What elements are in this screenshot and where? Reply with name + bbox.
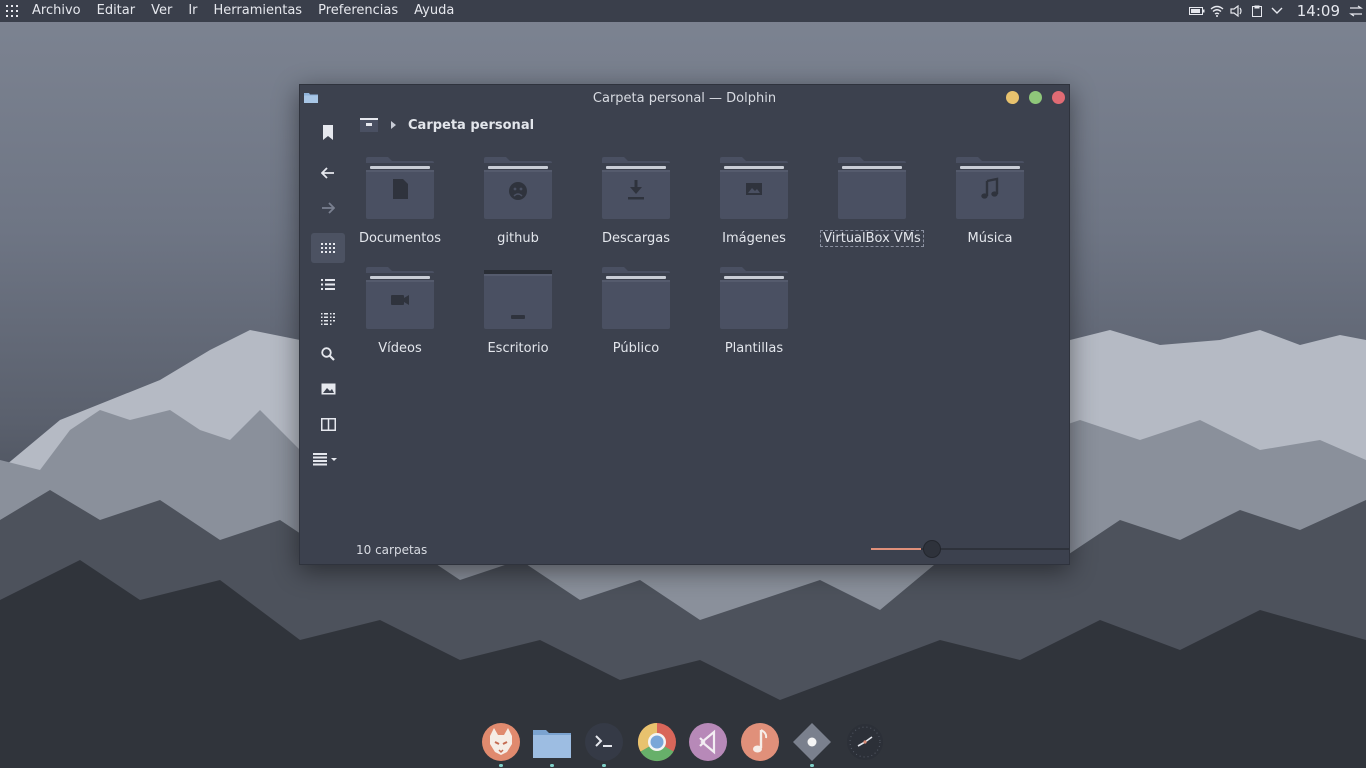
folder-name: github bbox=[497, 231, 539, 246]
preview-icon[interactable] bbox=[311, 374, 345, 404]
folder-icon bbox=[602, 267, 670, 329]
folder-item[interactable]: Descargas bbox=[584, 157, 688, 261]
video-icon bbox=[366, 267, 434, 329]
folder-name: Imágenes bbox=[722, 231, 786, 246]
folder-name: Vídeos bbox=[378, 341, 422, 356]
zoom-slider[interactable] bbox=[871, 540, 1069, 558]
split-view-icon[interactable] bbox=[311, 409, 345, 439]
folder-name: Plantillas bbox=[724, 341, 784, 356]
back-icon[interactable] bbox=[311, 158, 345, 188]
folder-name: VirtualBox VMs bbox=[820, 230, 924, 247]
vscode-icon[interactable] bbox=[688, 722, 728, 762]
image-icon bbox=[720, 157, 788, 219]
window-title: Carpeta personal — Dolphin bbox=[592, 90, 777, 106]
app-launcher-icon[interactable] bbox=[0, 0, 24, 22]
chrome-icon[interactable] bbox=[637, 722, 677, 762]
hamburger-menu-icon[interactable] bbox=[311, 444, 345, 474]
music-icon bbox=[956, 157, 1024, 219]
search-icon[interactable] bbox=[311, 339, 345, 369]
dolphin-window: Carpeta personal — Dolphin Carpeta perso… bbox=[299, 84, 1070, 565]
chevron-right-icon bbox=[391, 121, 396, 129]
folder-item[interactable]: github bbox=[466, 157, 570, 261]
menu-preferencias[interactable]: Preferencias bbox=[310, 0, 406, 22]
folder-item[interactable]: Plantillas bbox=[702, 267, 806, 371]
window-titlebar[interactable]: Carpeta personal — Dolphin bbox=[300, 85, 1069, 111]
menu-editar[interactable]: Editar bbox=[89, 0, 144, 22]
breadcrumb[interactable]: Carpeta personal bbox=[360, 115, 534, 135]
folder-item[interactable]: Imágenes bbox=[702, 157, 806, 261]
folder-name: Público bbox=[612, 341, 660, 356]
forward-icon[interactable] bbox=[311, 193, 345, 223]
breadcrumb-current[interactable]: Carpeta personal bbox=[408, 118, 534, 133]
clock[interactable]: 14:09 bbox=[1287, 2, 1346, 20]
clipboard-icon[interactable] bbox=[1247, 0, 1267, 22]
folder-name: Descargas bbox=[601, 231, 670, 246]
settings-icon[interactable] bbox=[792, 722, 832, 767]
status-text: 10 carpetas bbox=[356, 543, 428, 557]
details-view-icon[interactable] bbox=[311, 269, 345, 299]
volume-icon[interactable] bbox=[1227, 0, 1247, 22]
clock-icon[interactable] bbox=[845, 722, 885, 762]
folder-item[interactable]: VirtualBox VMs bbox=[820, 157, 924, 261]
top-panel: Archivo Editar Ver Ir Herramientas Prefe… bbox=[0, 0, 1366, 22]
menu-herramientas[interactable]: Herramientas bbox=[206, 0, 311, 22]
menu-ayuda[interactable]: Ayuda bbox=[406, 0, 462, 22]
icon-view-icon[interactable] bbox=[311, 233, 345, 263]
bookmark-icon[interactable] bbox=[311, 117, 345, 147]
menu-ir[interactable]: Ir bbox=[180, 0, 205, 22]
close-button[interactable] bbox=[1052, 91, 1065, 104]
home-icon[interactable] bbox=[360, 117, 378, 133]
folder-icon bbox=[304, 93, 318, 103]
menu-archivo[interactable]: Archivo bbox=[24, 0, 89, 22]
zoom-fill bbox=[871, 548, 922, 550]
chevron-down-icon[interactable] bbox=[1267, 0, 1287, 22]
folder-item[interactable]: Música bbox=[938, 157, 1042, 261]
folder-icon bbox=[838, 157, 906, 219]
folder-item[interactable]: Documentos bbox=[348, 157, 452, 261]
menu-ver[interactable]: Ver bbox=[143, 0, 180, 22]
folder-item[interactable]: Vídeos bbox=[348, 267, 452, 371]
terminal-icon[interactable] bbox=[584, 722, 624, 767]
firefox-icon[interactable] bbox=[481, 722, 521, 767]
folder-name: Música bbox=[967, 231, 1013, 246]
dock bbox=[479, 716, 889, 768]
wifi-icon[interactable] bbox=[1207, 0, 1227, 22]
document-icon bbox=[366, 157, 434, 219]
folder-item[interactable]: Público bbox=[584, 267, 688, 371]
folder-name: Escritorio bbox=[487, 341, 549, 356]
folder-name: Documentos bbox=[358, 231, 442, 246]
zoom-handle[interactable] bbox=[923, 540, 942, 558]
files-icon[interactable] bbox=[532, 722, 572, 767]
download-icon bbox=[602, 157, 670, 219]
compact-view-icon[interactable] bbox=[311, 304, 345, 334]
folder-icon bbox=[720, 267, 788, 329]
github-icon bbox=[484, 157, 552, 219]
battery-icon[interactable] bbox=[1187, 0, 1207, 22]
switch-user-icon[interactable] bbox=[1346, 0, 1366, 22]
maximize-button[interactable] bbox=[1029, 91, 1042, 104]
system-tray: 14:09 bbox=[1187, 0, 1366, 22]
folder-item[interactable]: Escritorio bbox=[466, 267, 570, 371]
minimize-button[interactable] bbox=[1006, 91, 1019, 104]
desktop-icon bbox=[484, 270, 552, 329]
music-player-icon[interactable] bbox=[740, 722, 780, 762]
